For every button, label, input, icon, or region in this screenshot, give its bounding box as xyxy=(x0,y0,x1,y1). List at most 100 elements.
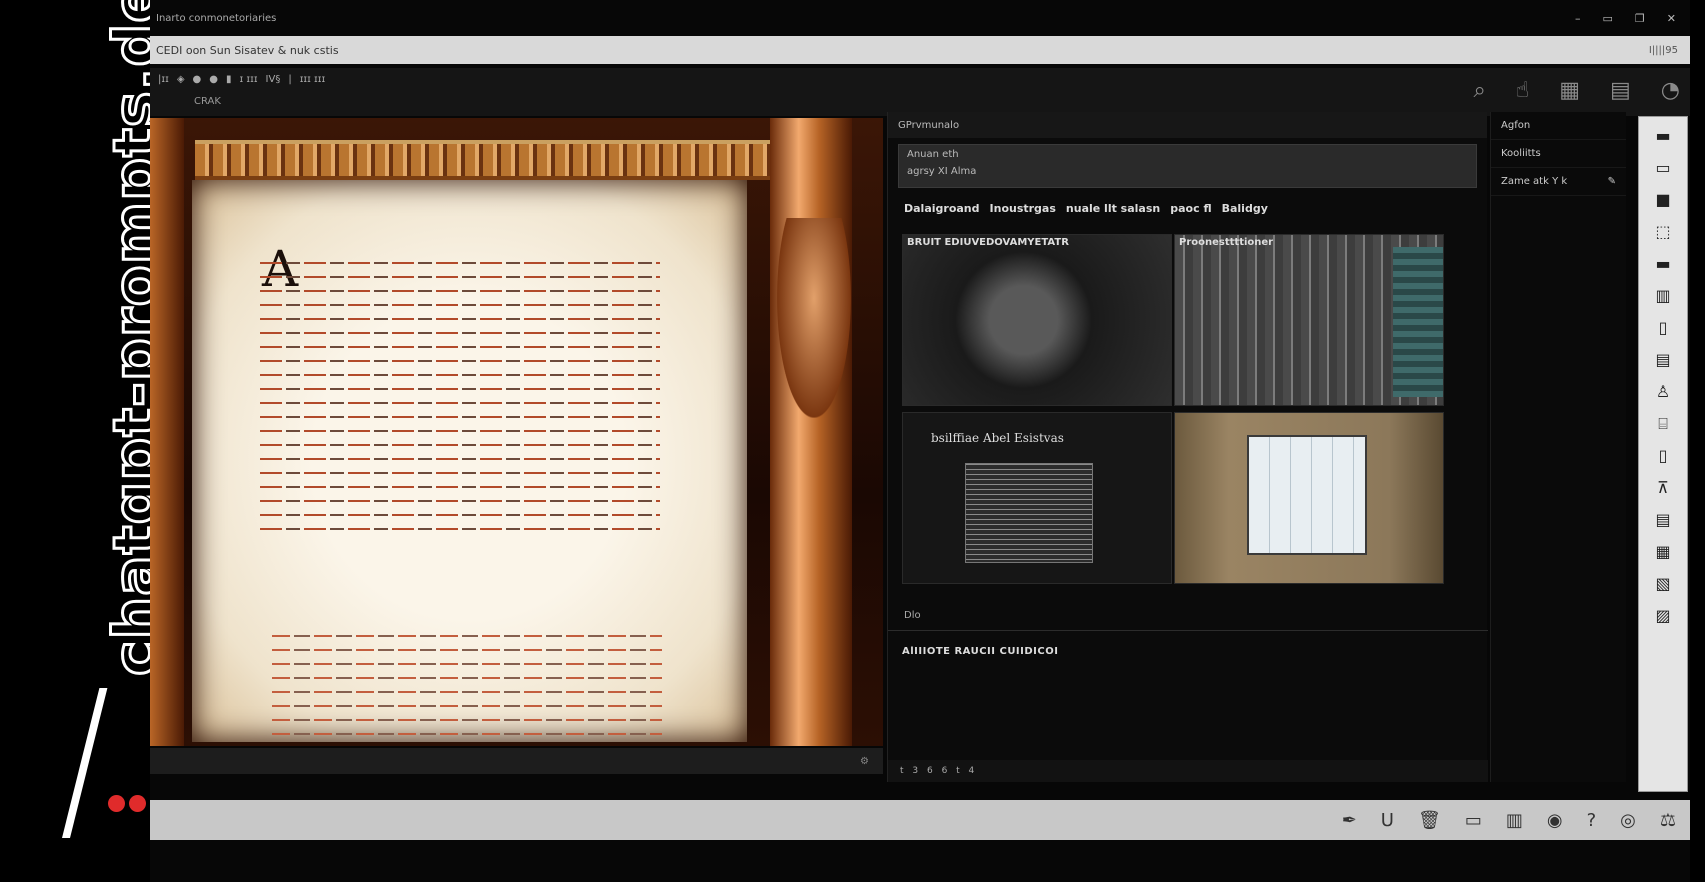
scroll-text-block-2 xyxy=(272,635,662,746)
grid-icon[interactable]: ▦ xyxy=(1559,78,1580,103)
toolbar-sub-label: CRAK xyxy=(194,96,221,107)
underline-icon[interactable]: U xyxy=(1381,810,1394,831)
palette-tool[interactable]: ■ xyxy=(1655,191,1670,209)
palette-tool[interactable]: ▤ xyxy=(1655,351,1670,369)
right-column-art xyxy=(770,118,852,746)
prompt-line-2: agrsy XI Alma xyxy=(907,166,977,177)
results-panel: GPrvmunalo Anuan eth agrsy XI Alma Dalai… xyxy=(887,112,1488,782)
thumbnail-interface[interactable]: Proonesttttioner xyxy=(1174,234,1444,406)
toolbar-tools: |ɪɪ ◈ ● ● ▮ ɪ ɪɪɪ IV§ | ɪɪɪ ɪɪɪ xyxy=(158,74,325,85)
canvas-settings-icon[interactable]: ⚙ xyxy=(860,756,869,767)
thumbnail-label: Proonesttttioner xyxy=(1179,237,1274,248)
results-tabs: Dalaigroand Inoustrgas nuale llt salasn … xyxy=(888,194,1487,223)
window-icon[interactable]: ▭ xyxy=(1465,810,1482,831)
side-item-label: Kooliitts xyxy=(1501,148,1541,159)
record-icon[interactable]: ◎ xyxy=(1620,810,1636,831)
image-canvas[interactable]: A xyxy=(150,118,883,746)
maximize-button[interactable]: ❐ xyxy=(1635,12,1645,25)
side-item-label: Zame atk Y k xyxy=(1501,176,1568,187)
toolbar-item: | xyxy=(288,74,292,85)
side-item-label: Agfon xyxy=(1501,120,1531,131)
thumbnail-label: BRUIT EDIUVEDOVAMYETATR xyxy=(907,237,1069,248)
document-page-art xyxy=(965,463,1093,563)
palette-tool[interactable]: ♙ xyxy=(1656,383,1670,401)
palette-tool[interactable]: ▨ xyxy=(1655,607,1670,625)
tool-palette: ▬ ▭ ■ ⬚ ▬ ▥ ▯ ▤ ♙ ⌸ ▯ ⊼ ▤ ▦ ▧ ▨ xyxy=(1638,116,1688,792)
toolbar-item[interactable]: ɪ ɪɪɪ xyxy=(240,74,258,85)
toolbar-item[interactable]: ● xyxy=(209,74,218,85)
thumbnail-grid: BRUIT EDIUVEDOVAMYETATR Proonesttttioner… xyxy=(902,234,1474,594)
divider xyxy=(888,630,1488,631)
scroll-text-block xyxy=(260,262,660,542)
panels-icon[interactable]: ▥ xyxy=(1506,810,1523,831)
frieze-art xyxy=(195,140,783,180)
address-bar[interactable]: CEDI oon Sun Sisatev & nuk cstis I||||95 xyxy=(150,36,1690,64)
toolbar-right: ⌕ ☝ ▦ ▤ ◔ xyxy=(1473,78,1680,103)
document-icon[interactable]: ▤ xyxy=(1610,78,1631,103)
scale-icon[interactable]: ⚖ xyxy=(1660,810,1676,831)
watermark-slash xyxy=(62,688,108,838)
tab-2[interactable]: Inoustrgas xyxy=(990,202,1056,215)
watermark-column: chatgpt-prompts.de xyxy=(0,0,209,882)
eye-icon[interactable]: ◉ xyxy=(1547,810,1563,831)
side-item-1[interactable]: Agfon xyxy=(1491,112,1626,140)
minimize-button[interactable]: – xyxy=(1575,12,1581,25)
prompt-input[interactable]: Anuan eth agrsy XI Alma xyxy=(898,144,1477,188)
toolbar-item[interactable]: ɪɪɪ ɪɪɪ xyxy=(300,74,325,85)
palette-tool[interactable]: ⌸ xyxy=(1658,415,1668,433)
prompt-line-1: Anuan eth xyxy=(907,149,959,160)
parchment-scroll: A xyxy=(192,180,747,742)
palette-tool[interactable]: ▯ xyxy=(1659,319,1668,337)
statue-art xyxy=(777,218,851,418)
bottom-toolbar: ✒ U 🗑 ▭ ▥ ◉ ? ◎ ⚖ xyxy=(150,800,1690,840)
palette-tool[interactable]: ▦ xyxy=(1655,543,1670,561)
toolbar-item[interactable]: |ɪɪ xyxy=(158,74,169,85)
address-right: I||||95 xyxy=(1648,44,1678,56)
palette-tool[interactable]: ▬ xyxy=(1655,127,1670,145)
tab-5[interactable]: Balidgy xyxy=(1222,202,1268,215)
hand-icon[interactable]: ☝ xyxy=(1516,78,1529,103)
app-window: Inarto conmonetoriaries – ▭ ❐ ✕ CEDI oon… xyxy=(150,0,1690,882)
palette-tool[interactable]: ▬ xyxy=(1655,255,1670,273)
close-button[interactable]: ✕ xyxy=(1667,12,1676,25)
toolbar-item[interactable]: IV§ xyxy=(266,74,281,85)
tab-1[interactable]: Dalaigroand xyxy=(904,202,980,215)
side-panel: Agfon Kooliitts Zame atk Y k ✎ xyxy=(1490,112,1626,782)
pencil-icon[interactable]: ✎ xyxy=(1608,176,1616,187)
main-toolbar: |ɪɪ ◈ ● ● ▮ ɪ ɪɪɪ IV§ | ɪɪɪ ɪɪɪ CRAK ⌕ ☝… xyxy=(150,68,1690,116)
help-icon[interactable]: ? xyxy=(1587,810,1597,831)
restore-button[interactable]: ▭ xyxy=(1603,12,1613,25)
thumbnail-scan[interactable]: BRUIT EDIUVEDOVAMYETATR xyxy=(902,234,1172,406)
palette-tool[interactable]: ▤ xyxy=(1655,511,1670,529)
toolbar-item[interactable]: ▮ xyxy=(226,74,232,85)
thumbnail-document[interactable]: bsilffiae Abel Esistvas xyxy=(902,412,1172,584)
palette-tool[interactable]: ▯ xyxy=(1659,447,1668,465)
results-footer: t 3 6 6 t 4 xyxy=(888,760,1488,782)
search-icon[interactable]: ⌕ xyxy=(1473,78,1485,103)
results-panel-header: GPrvmunalo xyxy=(888,112,1487,138)
window-title: Inarto conmonetoriaries xyxy=(156,12,277,24)
side-item-2[interactable]: Kooliitts xyxy=(1491,140,1626,168)
left-column-art xyxy=(150,118,184,746)
side-item-3[interactable]: Zame atk Y k ✎ xyxy=(1491,168,1626,196)
circle-icon[interactable]: ◔ xyxy=(1661,78,1680,103)
toolbar-item[interactable]: ● xyxy=(193,74,202,85)
palette-tool[interactable]: ▥ xyxy=(1655,287,1670,305)
title-bar: Inarto conmonetoriaries – ▭ ❐ ✕ xyxy=(150,0,1690,36)
tab-3[interactable]: nuale llt salasn xyxy=(1066,202,1160,215)
thumbnail-caption: bsilffiae Abel Esistvas xyxy=(931,431,1064,445)
palette-tool[interactable]: ▭ xyxy=(1655,159,1670,177)
canvas-footer: ⚙ xyxy=(150,748,883,774)
palette-tool[interactable]: ⬚ xyxy=(1655,223,1670,241)
toolbar-item[interactable]: ◈ xyxy=(177,74,185,85)
tab-4[interactable]: paoc fl xyxy=(1170,202,1211,215)
pen-icon[interactable]: ✒ xyxy=(1342,810,1357,831)
results-section-title: AlIIIOTE RAUCII CUIIDICOI xyxy=(902,646,1059,657)
results-status: Dlo xyxy=(904,610,921,621)
address-text[interactable]: CEDI oon Sun Sisatev & nuk cstis xyxy=(156,44,1649,57)
screen-art xyxy=(1247,435,1367,555)
palette-tool[interactable]: ⊼ xyxy=(1657,479,1669,497)
thumbnail-screen[interactable] xyxy=(1174,412,1444,584)
trash-icon[interactable]: 🗑 xyxy=(1418,810,1441,831)
palette-tool[interactable]: ▧ xyxy=(1655,575,1670,593)
